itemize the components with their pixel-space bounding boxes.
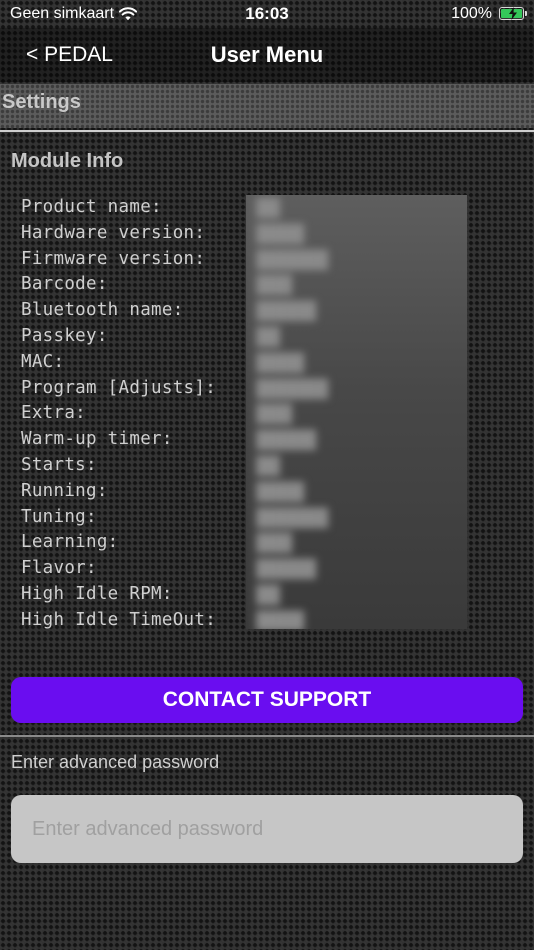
module-info-label: Extra:: [21, 403, 87, 424]
module-info-label: Starts:: [21, 454, 97, 475]
battery-level: [501, 7, 522, 20]
module-info-label: High Idle RPM:: [21, 583, 173, 604]
redacted-value: ██: [256, 326, 281, 346]
redacted-value: ██: [256, 584, 281, 604]
module-info-label: Barcode:: [21, 274, 108, 295]
contact-support-button[interactable]: CONTACT SUPPORT: [11, 677, 523, 723]
redacted-value: ███: [256, 533, 293, 553]
module-info-label: Product name:: [21, 197, 162, 217]
battery-cap: [525, 11, 527, 16]
module-info-label: Warm-up timer:: [21, 429, 173, 450]
redacted-value: ███: [256, 404, 293, 424]
redacted-value: ████: [256, 223, 305, 243]
battery-percentage: 100%: [451, 5, 492, 22]
redacted-value: ██████: [256, 378, 329, 398]
settings-header: Settings: [0, 84, 534, 128]
module-info-label: MAC:: [21, 351, 65, 372]
redacted-values: ██ ████ ██████ ███ █████ ██ ████ ██████ ███ █████…: [246, 195, 467, 629]
section-divider: [0, 130, 534, 132]
module-info-label: Program [Adjusts]:: [21, 377, 217, 398]
redacted-value: ████: [256, 352, 305, 372]
module-info-label: Running:: [21, 480, 108, 501]
redacted-value: █████: [256, 559, 317, 579]
settings-title: Settings: [2, 91, 81, 113]
module-info-label: Firmware version:: [21, 248, 206, 269]
charging-bolt-icon: [509, 7, 517, 20]
battery-icon: [499, 7, 527, 20]
redacted-value: █████: [256, 301, 317, 321]
redacted-value: █████: [256, 430, 317, 450]
redacted-value: ██: [256, 198, 281, 217]
module-info-label: Flavor:: [21, 558, 97, 579]
redacted-value: ████: [256, 481, 305, 501]
redacted-value: ██████: [256, 249, 329, 269]
module-info-label: High Idle TimeOut:: [21, 609, 217, 630]
redacted-value: ██████: [256, 507, 329, 527]
module-info-label: Learning:: [21, 532, 119, 553]
redacted-value: ██: [256, 455, 281, 475]
advanced-password-input[interactable]: [11, 795, 523, 863]
module-info-label: Bluetooth name:: [21, 300, 184, 321]
module-info-title: Module Info: [11, 150, 124, 172]
module-info-labels: Product name: Hardware version: Firmware v…: [21, 195, 216, 634]
redacted-value: ████: [256, 610, 305, 629]
module-info-label: Passkey:: [21, 325, 108, 346]
section-divider-bottom: [0, 735, 534, 737]
password-label: Enter advanced password: [11, 752, 220, 772]
module-info-values-redacted: ██ ████ ██████ ███ █████ ██ ████ ██████ ███ █████…: [246, 195, 467, 629]
status-bar: Geen simkaart 16:03 100%: [0, 0, 534, 28]
navigation-bar: < PEDAL User Menu: [0, 28, 534, 82]
redacted-value: ███: [256, 275, 293, 295]
module-info-label: Tuning:: [21, 506, 97, 527]
module-info-label: Hardware version:: [21, 222, 206, 243]
back-button[interactable]: < PEDAL: [26, 43, 113, 67]
